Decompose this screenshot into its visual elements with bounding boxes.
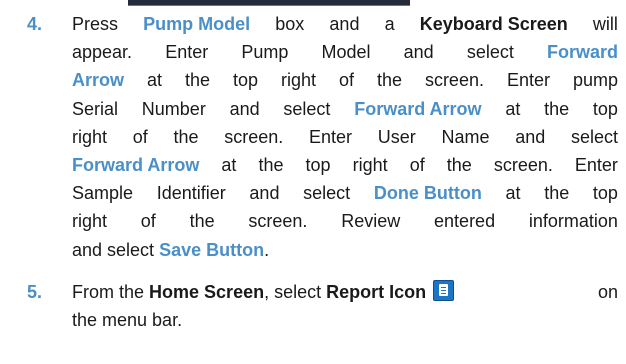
text-line: Forward Arrow at the top right of the sc… [72, 151, 618, 179]
text-line: and select Save Button. [72, 239, 270, 260]
text-line: From the Home Screen, select Report Icon… [72, 278, 618, 306]
step-number: 4. [27, 14, 43, 34]
forward-arrow-term: Forward Arrow [354, 98, 482, 119]
text-line: Press Pump Model box and a Keyboard Scre… [72, 10, 618, 38]
text-line: right of the screen. Enter User Name and… [72, 126, 618, 147]
home-screen-term: Home Screen [149, 282, 265, 302]
text-line: Sample Identifier and select Done Button… [72, 179, 618, 207]
text-line: Arrow at the top right of the screen. En… [72, 66, 618, 94]
text-line: appear. Enter Pump Model and select Forw… [72, 38, 618, 66]
forward-term: Forward [546, 42, 618, 63]
report-icon [433, 280, 455, 301]
step-number: 5. [27, 282, 43, 302]
text-line: right of the screen. Review entered info… [72, 211, 618, 232]
screen-image-edge [128, 0, 410, 6]
text-line: Serial Number and select Forward Arrow a… [72, 95, 618, 123]
save-button-term: Save Button [159, 239, 265, 260]
forward-arrow-term: Forward Arrow [72, 155, 200, 175]
done-button-term: Done Button [373, 183, 482, 204]
arrow-term: Arrow [72, 70, 125, 91]
keyboard-screen-term: Keyboard Screen [419, 14, 568, 34]
text-segment: From the Home Screen, select Report Icon [72, 278, 457, 306]
text-line: the menu bar. [72, 310, 183, 331]
pump-model-term: Pump Model [143, 14, 251, 34]
report-icon-term: Report Icon [326, 282, 427, 302]
